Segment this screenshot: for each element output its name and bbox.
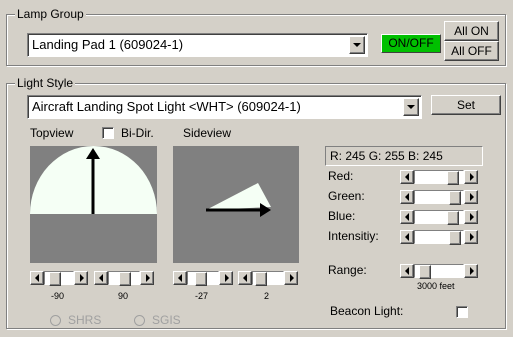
arrow-left-icon [405,233,409,241]
arrow-left-icon [405,267,409,275]
range-value: 3000 feet [417,281,455,291]
intensity-label: Intensitiy: [328,229,379,243]
intensity-right-arrow[interactable] [464,230,478,244]
top-max-track[interactable] [108,271,140,286]
side-min-right-arrow[interactable] [219,271,233,285]
arrow-right-icon [470,233,474,241]
lamp-group-value: Landing Pad 1 (609024-1) [32,37,184,52]
arrow-right-icon [80,274,84,282]
range-left-arrow[interactable] [400,264,414,278]
green-label: Green: [328,189,365,203]
side-max-value: 2 [264,291,270,301]
sgis-radio[interactable] [134,315,145,326]
arrow-left-icon [243,274,247,282]
arrow-left-icon [178,274,182,282]
all-off-label: All OFF [451,44,492,58]
arrow-right-icon [470,173,474,181]
on-off-indicator[interactable]: ON/OFF [381,34,441,53]
lamp-group-select[interactable]: Landing Pad 1 (609024-1) [27,33,368,57]
arrow-left-icon [405,213,409,221]
side-max-thumb[interactable] [255,272,267,286]
sideview-label: Sideview [183,126,232,140]
side-min-track[interactable] [187,271,219,286]
sideview-panel [173,146,299,263]
rgb-readout: R: 245 G: 255 B: 245 [325,146,483,166]
light-style-value: Aircraft Landing Spot Light <WHT> (60902… [32,99,301,114]
red-track[interactable] [414,170,464,185]
topview-panel [30,146,157,263]
intensity-thumb[interactable] [449,231,461,245]
red-left-arrow[interactable] [400,170,414,184]
light-style-dropdown-button[interactable] [403,98,419,116]
side-min-value: -27 [195,291,209,301]
green-thumb[interactable] [449,191,461,205]
all-on-label: All ON [454,24,489,38]
blue-left-arrow[interactable] [400,210,414,224]
chevron-down-icon [407,105,415,109]
blue-right-arrow[interactable] [464,210,478,224]
blue-thumb[interactable] [447,211,459,225]
sideview-diagram [206,183,271,217]
range-right-arrow[interactable] [464,264,478,278]
top-min-track[interactable] [44,271,74,286]
arrow-right-icon [146,274,150,282]
green-left-arrow[interactable] [400,190,414,204]
arrow-left-icon [405,193,409,201]
topview-diagram [30,146,157,214]
green-right-arrow[interactable] [464,190,478,204]
blue-label: Blue: [328,209,356,223]
shrs-label: SHRS [68,313,102,327]
arrow-right-icon [470,213,474,221]
lamp-group-dropdown-button[interactable] [349,36,365,54]
range-track[interactable] [414,264,464,279]
top-max-left-arrow[interactable] [94,271,108,285]
light-style-select[interactable]: Aircraft Landing Spot Light <WHT> (60902… [27,95,422,119]
top-max-thumb[interactable] [119,272,131,286]
set-button[interactable]: Set [431,95,501,115]
arrow-right-icon [470,193,474,201]
intensity-track[interactable] [414,230,464,245]
rgb-readout-text: R: 245 G: 255 B: 245 [330,149,443,163]
chevron-down-icon [353,43,361,47]
shrs-radio[interactable] [50,315,61,326]
all-on-button[interactable]: All ON [444,21,499,41]
top-min-right-arrow[interactable] [74,271,88,285]
sgis-label: SGIS [152,313,181,327]
range-label: Range: [328,263,367,277]
side-max-track[interactable] [252,271,284,286]
side-max-left-arrow[interactable] [238,271,252,285]
red-right-arrow[interactable] [464,170,478,184]
blue-track[interactable] [414,210,464,225]
topview-label: Topview [30,126,74,140]
arrow-left-icon [405,173,409,181]
arrow-left-icon [35,274,39,282]
bidir-checkbox[interactable] [102,127,114,139]
on-off-label: ON/OFF [388,36,434,50]
top-min-value: -90 [51,291,65,301]
top-max-right-arrow[interactable] [140,271,154,285]
bidir-label: Bi-Dir. [121,126,154,140]
intensity-left-arrow[interactable] [400,230,414,244]
green-track[interactable] [414,190,464,205]
red-thumb[interactable] [447,171,459,185]
arrow-right-icon [290,274,294,282]
beacon-checkbox[interactable] [456,306,468,318]
top-min-thumb[interactable] [49,272,61,286]
arrow-right-icon [225,274,229,282]
lamp-group-legend: Lamp Group [15,7,86,21]
range-thumb[interactable] [419,265,431,279]
light-style-legend: Light Style [15,76,76,90]
top-max-value: 90 [118,291,129,301]
side-max-right-arrow[interactable] [284,271,298,285]
red-label: Red: [328,169,354,183]
all-off-button[interactable]: All OFF [444,41,499,61]
set-label: Set [456,98,475,112]
top-min-left-arrow[interactable] [30,271,44,285]
beacon-label: Beacon Light: [330,304,404,318]
side-min-left-arrow[interactable] [173,271,187,285]
arrow-right-icon [470,267,474,275]
arrow-left-icon [99,274,103,282]
side-min-thumb[interactable] [195,272,207,286]
